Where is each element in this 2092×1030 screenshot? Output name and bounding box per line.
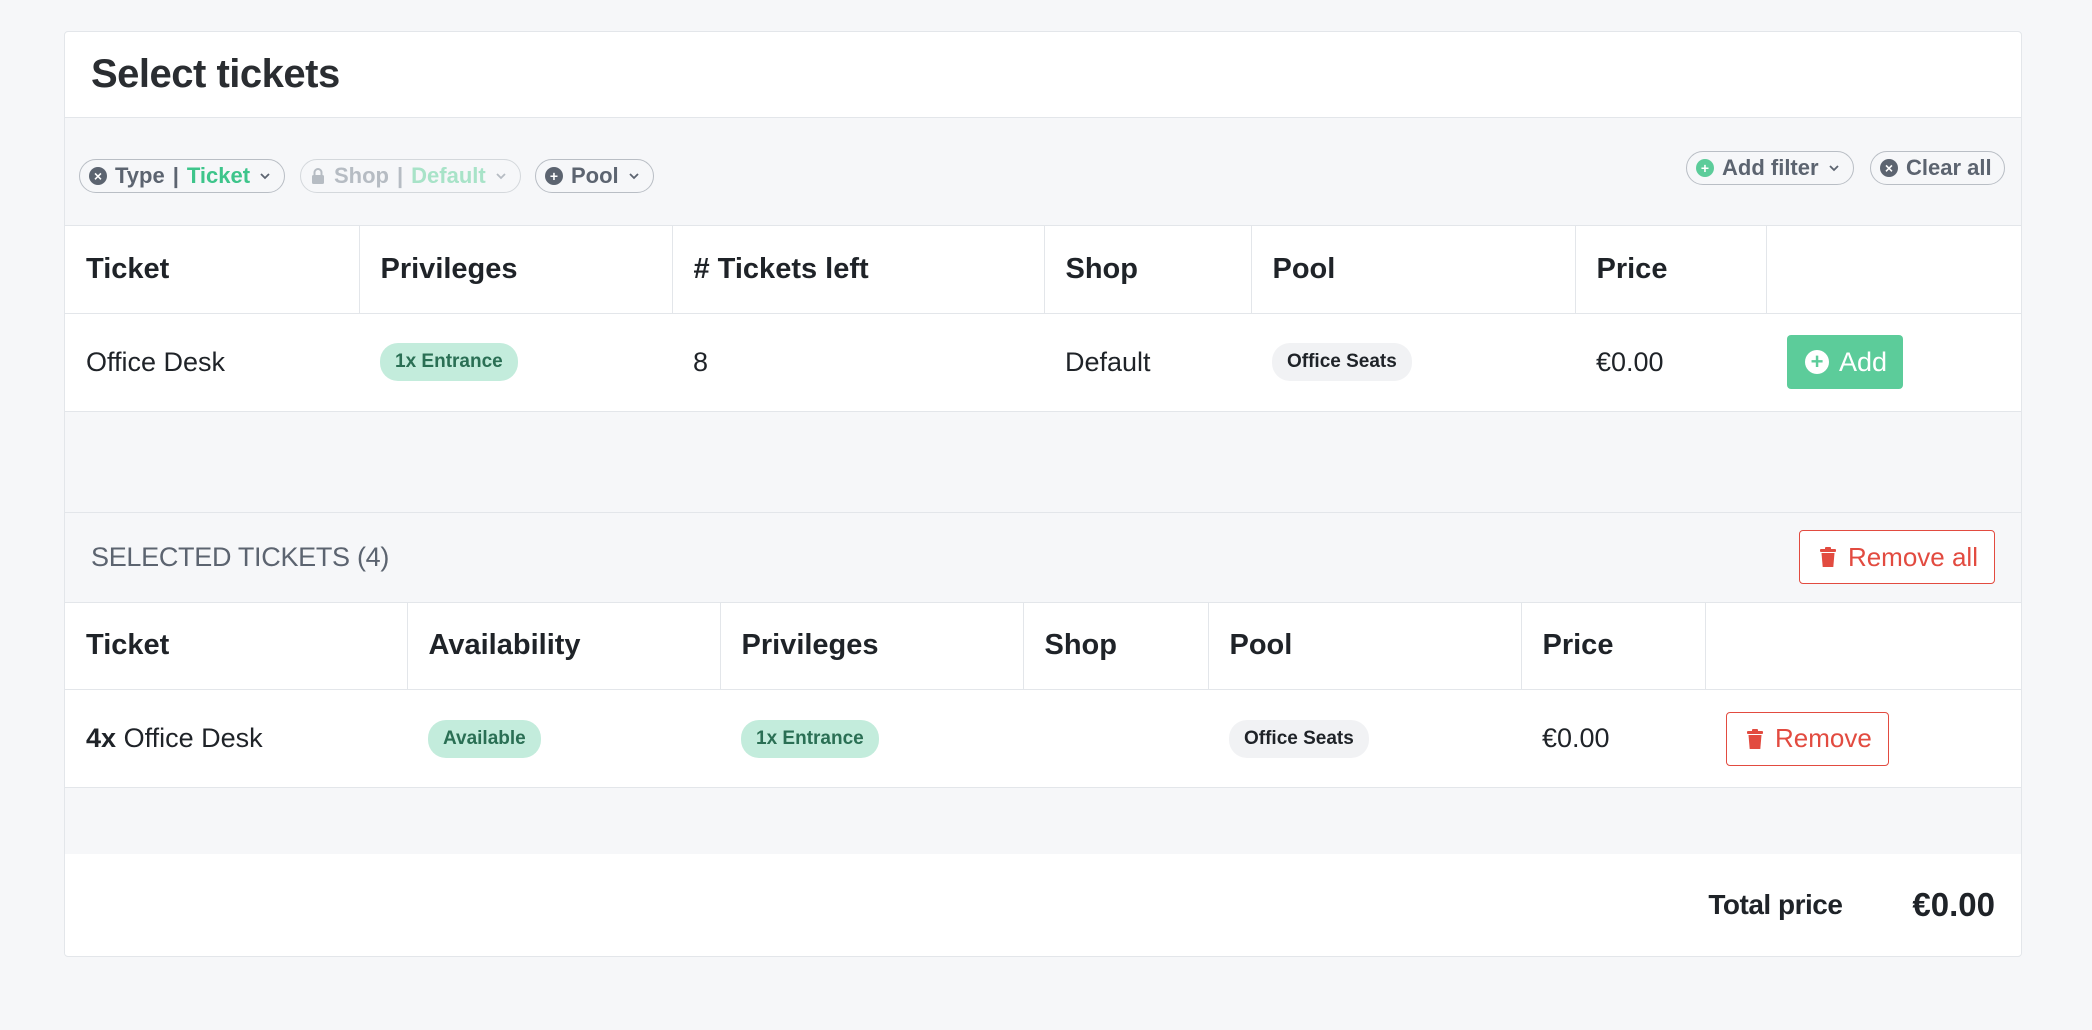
tickets-left: 8 <box>672 313 1044 412</box>
pool-badge: Office Seats <box>1229 719 1369 758</box>
filter-chip-type[interactable]: × Type | Ticket <box>79 159 286 193</box>
ticket-quantity: 4x <box>86 723 117 753</box>
remove-all-button[interactable]: Remove all <box>1798 530 1995 584</box>
chevron-down-icon <box>1828 165 1839 172</box>
plus-circle-icon: + <box>545 167 563 185</box>
total-price-label: Total price <box>1708 888 1843 920</box>
trash-icon <box>1819 547 1836 567</box>
add-filter-button[interactable]: + Add filter <box>1686 151 1854 185</box>
column-header-actions <box>1766 226 2021 314</box>
total-price-bar: Total price €0.00 <box>65 854 2021 955</box>
column-header-ticket[interactable]: Ticket <box>65 602 408 690</box>
selected-tickets-table: Ticket Availability Privileges Shop Pool… <box>65 602 2021 788</box>
filter-type-value: Ticket <box>186 163 251 188</box>
column-header-availability[interactable]: Availability <box>407 602 721 690</box>
table-row: 4x Office Desk Available 1x Entrance Off… <box>65 689 2021 788</box>
plus-circle-icon: + <box>1805 350 1829 374</box>
table-header-row: Ticket Privileges # Tickets left Shop Po… <box>65 226 2021 314</box>
privilege-badge: 1x Entrance <box>380 343 518 381</box>
pool-badge: Office Seats <box>1272 343 1412 381</box>
lock-icon <box>312 168 324 184</box>
shop-name: Default <box>1044 313 1251 412</box>
close-circle-icon[interactable]: × <box>89 167 107 185</box>
column-header-tickets-left[interactable]: # Tickets left <box>672 226 1045 314</box>
remove-ticket-button[interactable]: Remove <box>1726 711 1889 766</box>
remove-all-label: Remove all <box>1847 541 1978 572</box>
total-price-value: €0.00 <box>1912 885 1995 923</box>
ticket-name: Office Desk <box>123 723 263 753</box>
trash-icon <box>1747 728 1763 749</box>
column-header-shop[interactable]: Shop <box>1023 602 1209 690</box>
page-title: Select tickets <box>91 52 340 96</box>
card-header: Select tickets <box>65 32 2021 118</box>
select-tickets-card: Select tickets × Type | Ticket Shop | De… <box>64 31 2022 957</box>
table-header-row: Ticket Availability Privileges Shop Pool… <box>65 602 2021 690</box>
column-header-pool[interactable]: Pool <box>1208 602 1522 690</box>
filter-shop-label: Shop <box>334 163 389 188</box>
column-header-privileges[interactable]: Privileges <box>359 226 673 314</box>
ticket-price: €0.00 <box>1575 313 1766 412</box>
clear-all-label: Clear all <box>1906 155 1992 180</box>
ticket-name: Office Desk <box>65 313 359 412</box>
section-spacer <box>65 411 2021 513</box>
add-filter-label: Add filter <box>1722 155 1819 180</box>
chevron-down-icon <box>260 173 270 180</box>
section-spacer <box>65 788 2021 854</box>
column-header-actions <box>1705 602 2021 690</box>
availability-badge: Available <box>428 719 541 758</box>
selected-tickets-header: SELECTED TICKETS (4) Remove all <box>65 512 2021 603</box>
ticket-price: €0.00 <box>1521 689 1705 788</box>
filter-separator: | <box>172 163 179 188</box>
add-button-label: Add <box>1839 346 1888 377</box>
column-header-pool[interactable]: Pool <box>1251 226 1576 314</box>
close-circle-icon: × <box>1880 159 1898 177</box>
filter-chip-shop: Shop | Default <box>300 159 521 193</box>
table-row: Office Desk 1x Entrance 8 Default Office… <box>65 313 2021 412</box>
chevron-down-icon <box>496 173 506 180</box>
filter-pool-label: Pool <box>571 163 619 188</box>
filter-type-label: Type <box>115 163 165 188</box>
clear-all-button[interactable]: × Clear all <box>1870 151 2005 185</box>
chevron-down-icon <box>629 173 639 180</box>
column-header-shop[interactable]: Shop <box>1044 226 1252 314</box>
privilege-badge: 1x Entrance <box>741 719 879 758</box>
filter-shop-value: Default <box>411 163 486 188</box>
column-header-price[interactable]: Price <box>1575 226 1767 314</box>
add-ticket-button[interactable]: + Add <box>1787 335 1904 389</box>
filter-chip-pool[interactable]: + Pool <box>535 159 654 193</box>
filter-separator: | <box>397 163 404 188</box>
selected-tickets-title: SELECTED TICKETS (4) <box>91 541 390 572</box>
column-header-privileges[interactable]: Privileges <box>720 602 1024 690</box>
available-tickets-table: Ticket Privileges # Tickets left Shop Po… <box>65 226 2021 412</box>
shop-name <box>1023 689 1208 788</box>
plus-circle-icon: + <box>1696 159 1714 177</box>
remove-button-label: Remove <box>1775 723 1872 753</box>
column-header-price[interactable]: Price <box>1521 602 1706 690</box>
filter-bar: × Type | Ticket Shop | Default + Pool + … <box>65 118 2021 226</box>
column-header-ticket[interactable]: Ticket <box>65 226 360 314</box>
